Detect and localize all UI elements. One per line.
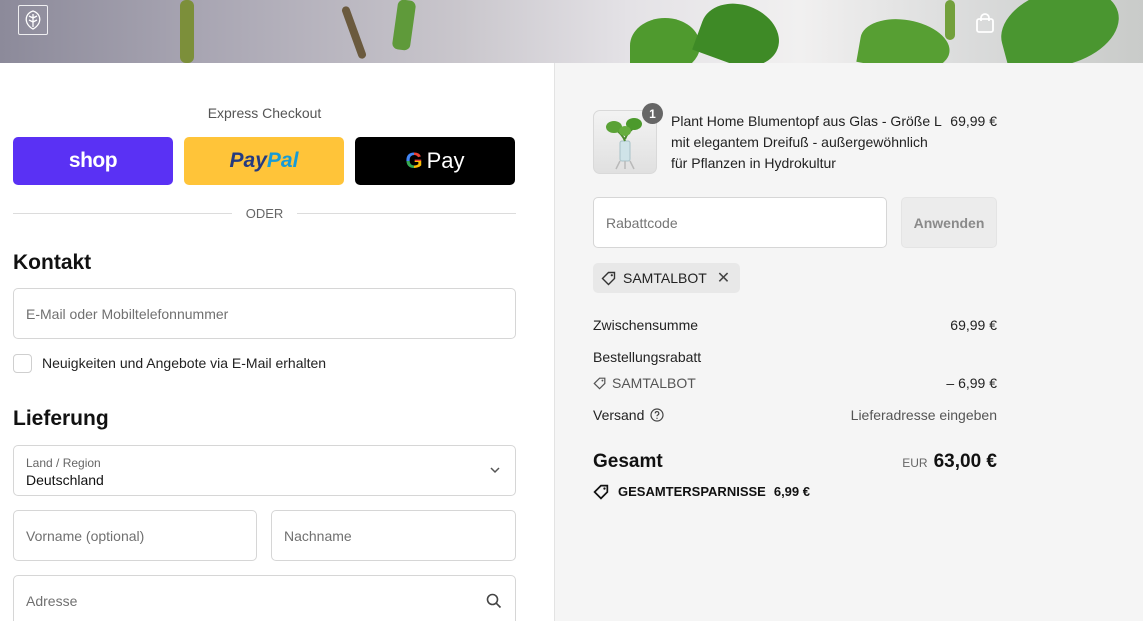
remove-discount-icon[interactable]: ✕ — [717, 268, 730, 288]
lastname-input[interactable] — [272, 511, 515, 560]
product-name: Plant Home Blumentopf aus Glas - Größe L… — [671, 113, 942, 171]
or-divider-label: ODER — [245, 205, 284, 221]
contact-heading: Kontakt — [13, 251, 92, 274]
applied-discount-chip: SAMTALBOT ✕ — [593, 263, 741, 293]
firstname-field[interactable] — [13, 510, 257, 561]
total-row: Gesamt EUR 63,00 € — [593, 451, 997, 473]
discount-code-label: SAMTALBOT — [612, 375, 696, 391]
newsletter-label: Neuigkeiten und Angebote via E-Mail erha… — [42, 355, 327, 371]
firstname-input[interactable] — [14, 511, 256, 560]
product-price: 69,99 € — [950, 113, 997, 129]
subtotal-label: Zwischensumme — [593, 317, 699, 333]
quantity-badge: 1 — [642, 103, 663, 124]
total-value: 63,00 € — [933, 451, 997, 472]
banner-leaf — [856, 12, 954, 63]
savings-label: GESAMTERSPARNISSE — [618, 484, 766, 499]
or-divider: ODER — [13, 204, 516, 222]
email-field[interactable] — [13, 288, 516, 339]
tag-icon — [593, 377, 606, 390]
country-select-value: Deutschland — [26, 472, 104, 488]
discount-code-input[interactable] — [594, 198, 886, 247]
google-pay-button[interactable]: G Pay — [355, 137, 515, 185]
total-amount: EUR 63,00 € — [902, 451, 997, 473]
apply-discount-button[interactable]: Anwenden — [901, 197, 997, 248]
divider-line — [297, 212, 516, 214]
shop-pay-label: shop — [68, 149, 118, 172]
currency-code: EUR — [902, 456, 928, 470]
express-checkout-title: Express Checkout — [207, 105, 322, 121]
order-discount-row: Bestellungsrabatt — [593, 349, 997, 365]
address-field[interactable] — [13, 575, 516, 621]
banner-plant-stem — [945, 0, 955, 40]
applied-discount-code: SAMTALBOT — [623, 270, 707, 286]
address-input[interactable] — [14, 576, 515, 621]
paypal-label-part1: Pay — [229, 149, 267, 172]
shipping-label-group: Versand — [593, 407, 664, 423]
discount-code-field[interactable] — [593, 197, 887, 248]
order-discount-label: Bestellungsrabatt — [593, 349, 702, 365]
discount-code-detail: SAMTALBOT — [593, 375, 696, 391]
divider-line — [13, 212, 232, 214]
total-savings: GESAMTERSPARNISSE 6,99 € — [593, 483, 810, 500]
email-input[interactable] — [14, 289, 515, 338]
help-icon[interactable] — [650, 408, 664, 422]
lastname-field[interactable] — [271, 510, 516, 561]
tag-icon — [593, 484, 609, 500]
banner-leaf — [992, 0, 1128, 63]
newsletter-checkbox[interactable] — [13, 354, 32, 373]
shipping-label: Versand — [593, 407, 645, 423]
banner-leaf — [692, 0, 788, 63]
discount-value: – 6,99 € — [946, 375, 997, 391]
header-banner — [0, 0, 1143, 63]
google-pay-label: Pay — [426, 148, 465, 173]
paypal-button[interactable]: Pay Pal — [184, 137, 344, 185]
shopping-bag-icon[interactable] — [974, 12, 996, 34]
banner-plant-stem — [180, 0, 194, 63]
shipping-row: Versand Lieferadresse eingeben — [593, 407, 997, 423]
total-label: Gesamt — [593, 451, 663, 472]
tag-icon — [601, 271, 616, 286]
subtotal-row: Zwischensumme 69,99 € — [593, 317, 997, 333]
savings-value: 6,99 € — [773, 484, 810, 499]
banner-leaf — [630, 18, 700, 63]
paypal-label-part2: Pal — [266, 149, 299, 172]
subtotal-value: 69,99 € — [950, 317, 997, 333]
order-summary: 1 Plant Home Blumentopf aus Glas - Größe… — [555, 63, 1143, 621]
search-icon[interactable] — [486, 593, 502, 609]
chevron-down-icon — [490, 467, 500, 474]
monstera-leaf-logo-icon[interactable] — [18, 5, 48, 35]
shipping-value: Lieferadresse eingeben — [850, 407, 997, 423]
checkout-form: Express Checkout shop Pay Pal G Pay ODER … — [0, 63, 555, 621]
country-select[interactable]: Land / Region Deutschland — [13, 445, 516, 496]
discount-detail-row: SAMTALBOT – 6,99 € — [593, 375, 997, 391]
google-g-icon: G — [405, 148, 423, 173]
delivery-heading: Lieferung — [13, 407, 109, 430]
shop-pay-button[interactable]: shop — [13, 137, 173, 185]
country-select-label: Land / Region — [26, 456, 101, 470]
banner-plant-stem — [340, 5, 368, 60]
banner-plant-stem — [391, 0, 417, 52]
